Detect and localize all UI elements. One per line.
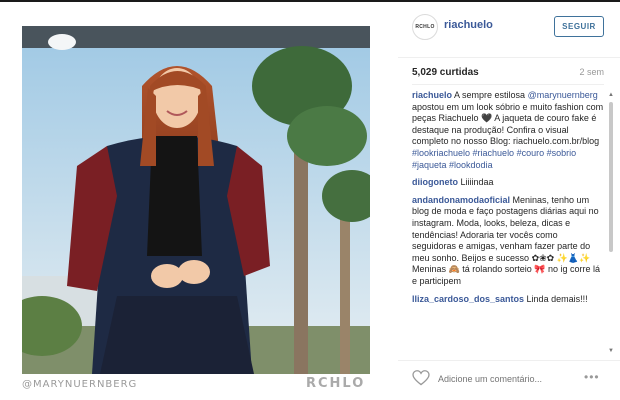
comment-text: Linda demais!!! bbox=[524, 293, 588, 304]
comment-item: lliza_cardoso_dos_santos Linda demais!!! bbox=[412, 294, 604, 306]
photo-watermark-brand: RCHLO bbox=[306, 376, 366, 391]
comment-item: andandonamodaoficial Meninas, tenho um b… bbox=[412, 195, 604, 288]
photo-illustration bbox=[22, 26, 370, 374]
instagram-post-embed: @MARYNUERNBERG RCHLO RCHLO riachuelo SEG… bbox=[0, 0, 620, 400]
photo-watermark-credit: @MARYNUERNBERG bbox=[22, 379, 138, 390]
caption-text-1: A sempre estilosa bbox=[452, 90, 528, 100]
username-link[interactable]: riachuelo bbox=[444, 19, 493, 31]
caption-mention[interactable]: @marynuernberg bbox=[528, 90, 598, 100]
scroll-up-arrow-icon[interactable]: ▲ bbox=[608, 92, 614, 98]
caption-username[interactable]: riachuelo bbox=[412, 90, 452, 100]
add-comment-input[interactable] bbox=[438, 371, 578, 387]
comment-text: Meninas, tenho um blog de moda e faço po… bbox=[412, 194, 601, 286]
comments-list[interactable]: riachuelo A sempre estilosa @marynuernbe… bbox=[412, 90, 604, 352]
more-options-icon[interactable]: ••• bbox=[584, 370, 600, 384]
likes-count[interactable]: 5,029 curtidas bbox=[412, 67, 479, 78]
caption: riachuelo A sempre estilosa @marynuernbe… bbox=[412, 90, 604, 171]
divider bbox=[412, 84, 604, 85]
avatar[interactable]: RCHLO bbox=[412, 14, 438, 40]
heart-icon[interactable] bbox=[412, 370, 430, 386]
comment-text: Liiiindaa bbox=[458, 177, 494, 188]
comment-username[interactable]: lliza_cardoso_dos_santos bbox=[412, 294, 524, 304]
scroll-thumb[interactable] bbox=[609, 102, 613, 252]
post-stats: 5,029 curtidas 2 sem bbox=[412, 67, 604, 81]
comment-username[interactable]: andandonamodaoficial bbox=[412, 195, 510, 205]
caption-text-2: apostou em um look sóbrio e muito fashio… bbox=[412, 101, 604, 147]
post-photo[interactable] bbox=[22, 26, 370, 374]
comment-username[interactable]: diiogoneto bbox=[412, 177, 458, 187]
post-footer: ••• bbox=[398, 360, 620, 400]
comments-scrollbar[interactable]: ▲ ▼ bbox=[608, 92, 614, 354]
comment-item: diiogoneto Liiiindaa bbox=[412, 177, 604, 189]
scroll-down-arrow-icon[interactable]: ▼ bbox=[608, 348, 614, 354]
post-age[interactable]: 2 sem bbox=[579, 67, 604, 77]
caption-hashtags[interactable]: #lookriachuelo #riachuelo #couro #sobrio… bbox=[412, 148, 576, 170]
avatar-logo-text: RCHLO bbox=[415, 24, 435, 30]
post-sidebar: RCHLO riachuelo SEGUIR 5,029 curtidas 2 … bbox=[398, 0, 620, 400]
follow-button[interactable]: SEGUIR bbox=[554, 16, 604, 37]
post-header: RCHLO riachuelo SEGUIR bbox=[398, 0, 620, 58]
